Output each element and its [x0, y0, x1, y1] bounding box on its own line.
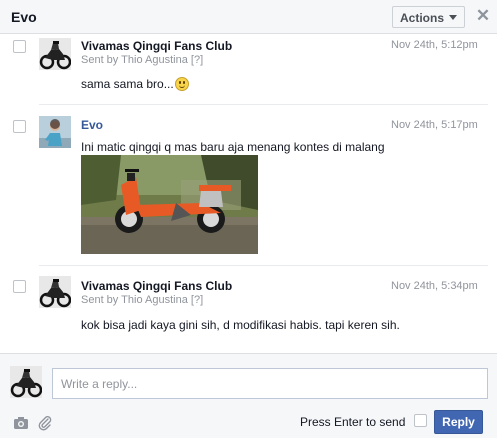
- avatar[interactable]: [39, 116, 71, 148]
- paperclip-icon[interactable]: [37, 415, 53, 431]
- avatar[interactable]: [39, 276, 71, 308]
- message-timestamp: Nov 24th, 5:12pm: [391, 39, 478, 51]
- smile-emoji-icon: [174, 77, 189, 91]
- message-timestamp: Nov 24th, 5:17pm: [391, 119, 478, 131]
- sent-by-text: Sent by Thio Agustina: [81, 54, 188, 66]
- message-item: Vivamas Qingqi Fans Club Sent by Thio Ag…: [0, 35, 497, 105]
- message-text: sama sama bro...: [81, 77, 189, 91]
- message-text: Ini matic qingqi q mas baru aja menang k…: [81, 140, 385, 154]
- actions-dropdown-button[interactable]: Actions: [392, 6, 465, 28]
- avatar[interactable]: [39, 38, 71, 70]
- help-marker[interactable]: [?]: [191, 54, 203, 66]
- conversation-title: Evo: [11, 9, 37, 25]
- message-text-content: sama sama bro...: [81, 77, 174, 91]
- message-sender[interactable]: Evo: [81, 118, 103, 132]
- sent-by-label: Sent by Thio Agustina [?]: [81, 54, 203, 66]
- message-thread[interactable]: Vivamas Qingqi Fans Club Sent by Thio Ag…: [0, 35, 497, 353]
- message-item: Evo Nov 24th, 5:17pm Ini matic qingqi q …: [0, 105, 497, 266]
- message-sender[interactable]: Vivamas Qingqi Fans Club: [81, 279, 232, 293]
- message-timestamp: Nov 24th, 5:34pm: [391, 280, 478, 292]
- reply-button[interactable]: Reply: [434, 410, 483, 434]
- camera-icon[interactable]: [13, 415, 29, 431]
- message-select-checkbox[interactable]: [13, 120, 26, 133]
- sent-by-text: Sent by Thio Agustina: [81, 294, 188, 306]
- press-enter-checkbox[interactable]: [414, 414, 427, 427]
- caret-down-icon: [449, 15, 457, 20]
- reply-input[interactable]: [52, 368, 488, 399]
- conversation-header: Evo Actions ✕: [0, 0, 497, 34]
- sent-by-label: Sent by Thio Agustina [?]: [81, 294, 203, 306]
- reply-composer: Press Enter to send Reply: [0, 353, 497, 438]
- my-avatar: [10, 366, 42, 398]
- message-sender[interactable]: Vivamas Qingqi Fans Club: [81, 39, 232, 53]
- message-item: Vivamas Qingqi Fans Club Sent by Thio Ag…: [0, 265, 497, 353]
- message-select-checkbox[interactable]: [13, 40, 26, 53]
- message-select-checkbox[interactable]: [13, 280, 26, 293]
- close-button[interactable]: ✕: [475, 7, 491, 25]
- actions-label: Actions: [400, 11, 445, 25]
- press-enter-label: Press Enter to send: [300, 415, 406, 429]
- photo-attachment[interactable]: [81, 155, 258, 254]
- message-text: kok bisa jadi kaya gini sih, d modifikas…: [81, 318, 400, 332]
- help-marker[interactable]: [?]: [191, 294, 203, 306]
